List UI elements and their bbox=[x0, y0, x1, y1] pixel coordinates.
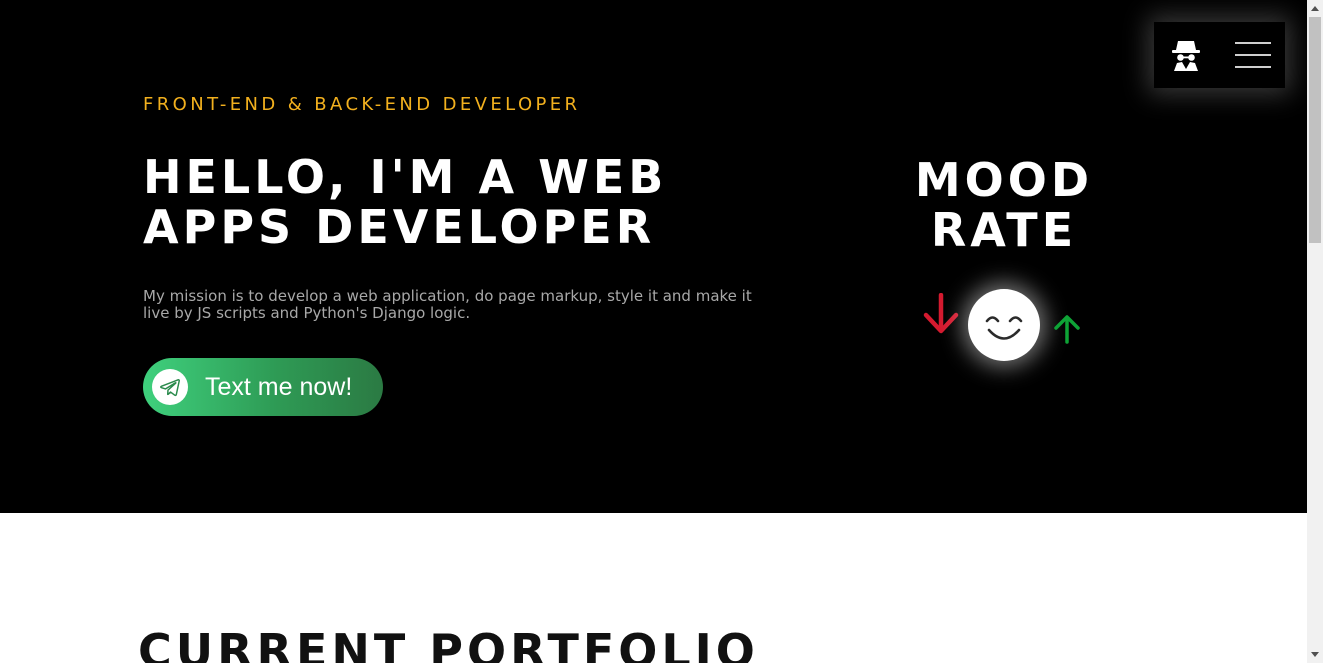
hero-headline: HELLO, I'M A WEB APPS DEVELOPER bbox=[143, 152, 667, 252]
scroll-up-arrow-icon[interactable] bbox=[1307, 0, 1323, 17]
arrow-down-icon[interactable] bbox=[922, 293, 960, 335]
hero-eyebrow: FRONT-END & BACK-END DEVELOPER bbox=[143, 94, 581, 115]
page: FRONT-END & BACK-END DEVELOPER HELLO, I'… bbox=[0, 0, 1307, 663]
spy-incognito-icon[interactable] bbox=[1171, 38, 1201, 72]
scrollbar-thumb[interactable] bbox=[1309, 17, 1321, 243]
hero-headline-line2: APPS DEVELOPER bbox=[143, 200, 656, 254]
hamburger-menu-icon[interactable] bbox=[1235, 42, 1271, 68]
arrow-up-icon[interactable] bbox=[1053, 314, 1081, 344]
mood-title-line2: RATE bbox=[930, 203, 1078, 257]
scroll-down-arrow-icon[interactable] bbox=[1307, 646, 1323, 663]
telegram-icon bbox=[152, 369, 188, 405]
portfolio-section: CURRENT PORTFOLIO bbox=[0, 513, 1307, 663]
text-me-button[interactable]: Text me now! bbox=[143, 358, 383, 416]
text-me-button-label: Text me now! bbox=[205, 372, 353, 401]
vertical-scrollbar[interactable] bbox=[1307, 0, 1323, 663]
nav-box bbox=[1154, 22, 1285, 88]
portfolio-title: CURRENT PORTFOLIO bbox=[138, 624, 759, 663]
hero-headline-line1: HELLO, I'M A WEB bbox=[143, 150, 668, 204]
mood-title-line1: MOOD bbox=[914, 153, 1094, 207]
hero-mission-text: My mission is to develop a web applicati… bbox=[143, 287, 752, 322]
smiley-icon bbox=[968, 289, 1040, 361]
mood-rate-title: MOOD RATE bbox=[904, 155, 1104, 255]
hero-section: FRONT-END & BACK-END DEVELOPER HELLO, I'… bbox=[0, 0, 1307, 513]
